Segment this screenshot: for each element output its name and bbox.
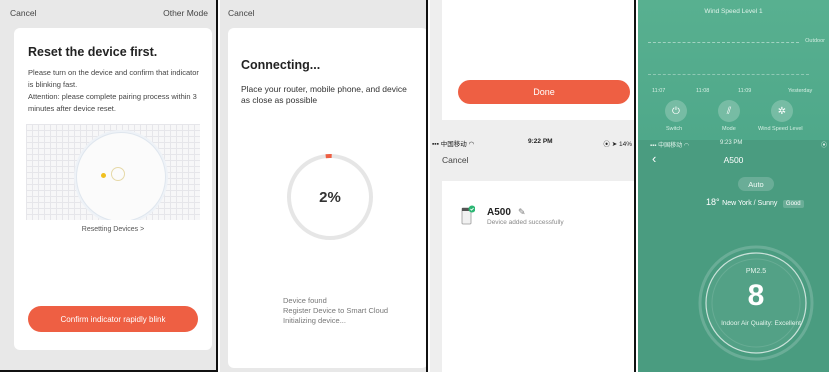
- reset-topbar: Cancel Other Mode: [0, 0, 216, 26]
- history-line: [648, 74, 809, 75]
- purifier-image: [76, 132, 166, 220]
- signal-icon: ▪▪▪: [432, 141, 439, 148]
- reset-card: Reset the device first. Please turn on t…: [14, 28, 212, 350]
- weather-info: 18° New York / Sunny Good: [706, 197, 804, 208]
- other-mode-button[interactable]: Other Mode: [163, 8, 208, 18]
- confirm-blink-button[interactable]: Confirm indicator rapidly blink: [28, 306, 198, 332]
- cancel-button[interactable]: Cancel: [228, 8, 254, 18]
- carrier-label: ▪▪▪ 中国移动 ◠: [650, 143, 689, 149]
- device-status: Device added successfully: [487, 219, 564, 226]
- connecting-screen: Cancel Connecting... Place your router, …: [220, 0, 428, 372]
- device-title: A500: [723, 155, 744, 165]
- power-icon[interactable]: ⏻: [665, 100, 687, 122]
- instruction-text: Please turn on the device and confirm th…: [28, 68, 199, 89]
- step-item: Initializing device...: [283, 316, 346, 325]
- status-time: 9:23 PM: [720, 140, 743, 146]
- device-added-screen: Done ▪▪▪ 中国移动 ◠ 9:22 PM ⦿ ➤ 14% Cancel A…: [430, 0, 636, 372]
- progress-percent: 2%: [319, 188, 341, 206]
- signal-icon: ▪▪▪: [650, 143, 657, 149]
- time-label: 11:09: [738, 88, 752, 94]
- connecting-card: Connecting... Place your router, mobile …: [228, 28, 426, 368]
- status-bar: ▪▪▪ 中国移动 ◠ 9:22 PM ⦿ ➤ 14%: [430, 138, 634, 150]
- control-label: Mode: [722, 126, 736, 132]
- location-weather: New York / Sunny: [722, 200, 778, 207]
- step-item: Register Device to Smart Cloud: [283, 306, 389, 315]
- indicator-light-icon: [101, 173, 106, 178]
- indoor-air-quality: Indoor Air Quality: Excellent: [721, 320, 801, 327]
- wifi-icon: ◠: [683, 143, 689, 149]
- cancel-button[interactable]: Cancel: [10, 8, 36, 18]
- purifier-icon[interactable]: [461, 205, 475, 225]
- connecting-instructions: Place your router, mobile phone, and dev…: [241, 84, 407, 105]
- page-title: Connecting...: [241, 58, 321, 72]
- temperature: 18°: [706, 197, 720, 207]
- connecting-topbar: Cancel: [220, 0, 426, 26]
- mode-icon[interactable]: ⫽: [718, 100, 740, 122]
- air-quality-badge: Good: [782, 200, 804, 208]
- location-icon: ⦿: [820, 143, 827, 149]
- power-button-icon: [111, 167, 125, 181]
- control-label: Wind Speed Level: [758, 126, 803, 132]
- resetting-devices-link[interactable]: Resetting Devices >: [14, 226, 212, 233]
- fan-icon[interactable]: ✲: [771, 100, 793, 122]
- status-bar: ▪▪▪ 中国移动 ◠ 9:23 PM ⦿: [638, 140, 829, 150]
- battery-label: ⦿ ➤ 14%: [603, 141, 632, 148]
- page-title: Reset the device first.: [28, 45, 158, 59]
- outdoor-label: Outdoor: [805, 38, 825, 44]
- time-axis: 11:07 11:08 11:09 Yesterday: [638, 88, 829, 98]
- time-label: Yesterday: [788, 88, 813, 94]
- connection-steps: Device found Register Device to Smart Cl…: [283, 296, 426, 326]
- pm-value: 8: [747, 279, 765, 312]
- reset-instructions: Please turn on the device and confirm th…: [28, 67, 200, 115]
- history-line: [648, 42, 799, 43]
- done-button[interactable]: Done: [458, 80, 630, 104]
- device-illustration: [26, 124, 200, 220]
- device-name: A500: [487, 207, 511, 218]
- wifi-icon: ◠: [468, 141, 475, 148]
- pm-label: PM2.5: [745, 268, 767, 275]
- device-list-card: A500 ✎ Device added successfully: [442, 181, 634, 372]
- mode-badge[interactable]: Auto: [738, 177, 774, 191]
- control-label: Switch: [666, 126, 683, 132]
- wind-speed-label: Wind Speed Level 1: [704, 8, 763, 15]
- carrier-label: ▪▪▪ 中国移动 ◠: [432, 141, 475, 148]
- device-control-screen: Wind Speed Level 1 Outdoor 11:07 11:08 1…: [638, 0, 829, 372]
- edit-name-icon[interactable]: ✎: [518, 207, 526, 218]
- time-label: 11:07: [652, 88, 666, 94]
- step-item: Device found: [283, 296, 327, 305]
- cancel-button[interactable]: Cancel: [442, 155, 468, 165]
- attention-text: Attention: please complete pairing proce…: [28, 92, 197, 113]
- time-label: 11:08: [696, 88, 710, 94]
- wind-history-section: Wind Speed Level 1 Outdoor 11:07 11:08 1…: [638, 0, 829, 140]
- reset-screen: Cancel Other Mode Reset the device first…: [0, 0, 218, 372]
- status-time: 9:22 PM: [528, 138, 553, 145]
- location-icon: ⦿ ➤: [603, 141, 618, 148]
